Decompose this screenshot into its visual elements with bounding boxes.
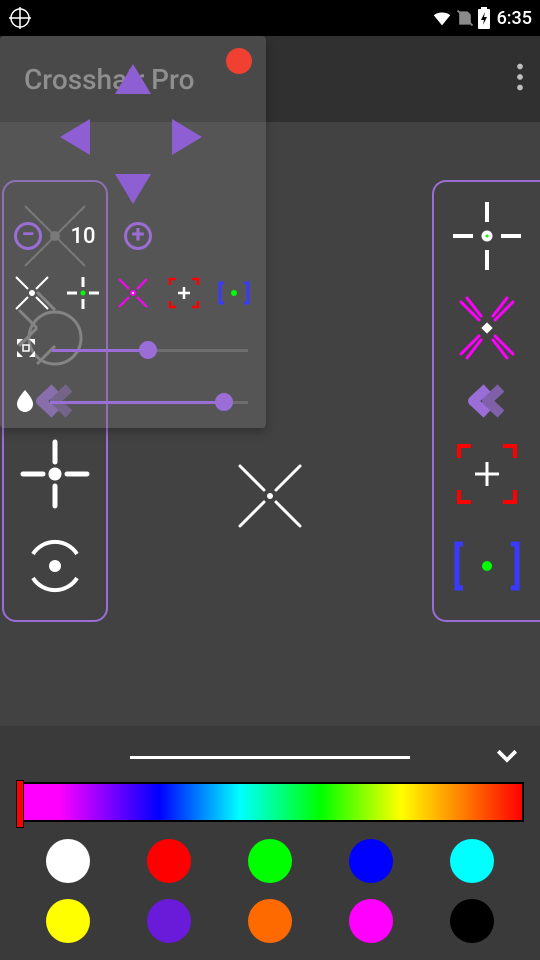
swatch-red[interactable]: [147, 839, 191, 883]
dpad: [60, 64, 200, 204]
crosshair-app-icon: [8, 6, 32, 30]
crosshair-style-redcorners[interactable]: [447, 434, 527, 514]
crosshair-style-magentastar[interactable]: [447, 288, 527, 368]
preset-bracket-blue[interactable]: [212, 271, 256, 315]
crosshair-style-plus[interactable]: [15, 434, 95, 514]
preset-plus-green[interactable]: [61, 271, 105, 315]
selected-crosshair: [230, 456, 310, 540]
crosshair-style-bluebracket[interactable]: [447, 526, 527, 606]
more-vert-icon[interactable]: [516, 63, 524, 95]
swatch-blue[interactable]: [349, 839, 393, 883]
swatch-black[interactable]: [450, 899, 494, 943]
crosshair-style-arcdot[interactable]: [15, 526, 95, 606]
crosshair-panel-right: [432, 180, 540, 622]
collapse-icon[interactable]: [492, 740, 522, 774]
color-swatch-grid: [22, 832, 518, 950]
preset-corners-red[interactable]: [162, 271, 206, 315]
dpad-left[interactable]: [60, 119, 90, 155]
battery-charging-icon: [477, 7, 491, 29]
preset-x-magenta[interactable]: [111, 271, 155, 315]
color-spectrum[interactable]: [16, 782, 524, 822]
status-bar: 6:35: [0, 0, 540, 36]
color-bottom-sheet: [0, 726, 540, 960]
preset-row: [10, 268, 256, 318]
opacity-icon: [14, 388, 36, 416]
no-sim-icon: [455, 7, 475, 29]
swatch-magenta[interactable]: [349, 899, 393, 943]
wifi-icon: [431, 7, 453, 29]
crosshair-style-gapcross[interactable]: [447, 196, 527, 276]
sheet-handle[interactable]: [130, 756, 410, 759]
spectrum-handle[interactable]: [16, 780, 24, 828]
swatch-purple[interactable]: [147, 899, 191, 943]
status-time: 6:35: [497, 8, 532, 29]
swatch-yellow[interactable]: [46, 899, 90, 943]
position-control-panel[interactable]: − 10 +: [0, 36, 266, 428]
dpad-right[interactable]: [172, 119, 202, 155]
size-decrease-button[interactable]: −: [14, 222, 42, 250]
opacity-slider[interactable]: [50, 401, 248, 404]
dpad-down[interactable]: [115, 174, 151, 204]
panel-next-icon[interactable]: [466, 380, 508, 422]
size-increase-button[interactable]: +: [124, 222, 152, 250]
swatch-white[interactable]: [46, 839, 90, 883]
preset-x-white[interactable]: [10, 271, 54, 315]
size-value: 10: [64, 224, 102, 249]
swatch-orange[interactable]: [248, 899, 292, 943]
scale-slider[interactable]: [52, 349, 248, 352]
record-indicator[interactable]: [226, 48, 252, 74]
swatch-green[interactable]: [248, 839, 292, 883]
dpad-up[interactable]: [115, 64, 151, 94]
scale-icon: [14, 336, 38, 364]
swatch-cyan[interactable]: [450, 839, 494, 883]
